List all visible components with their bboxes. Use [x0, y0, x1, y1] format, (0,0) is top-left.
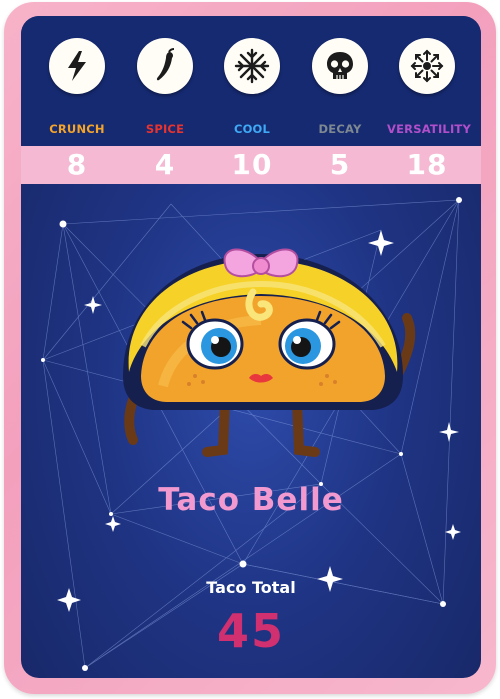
taco-character-illustration [123, 248, 416, 457]
lightning-bolt-icon [49, 38, 105, 94]
character-name: Taco Belle [158, 482, 344, 518]
stat-value-cool: 10 [231, 148, 273, 181]
stat-value-decay: 5 [329, 148, 351, 181]
stat-label-crunch: CRUNCH [49, 122, 105, 136]
taco-total-value: 45 [216, 604, 285, 658]
pink-bow [223, 248, 299, 278]
trading-card: CRUNCH SPICE COOL DECAY VERSATILITY 8 4 … [4, 2, 496, 694]
chili-pepper-icon [137, 38, 193, 94]
stat-label-decay: DECAY [318, 122, 362, 136]
taco-total-label: Taco Total [206, 578, 296, 597]
stat-label-versatility: VERSATILITY [387, 122, 472, 136]
card-face: CRUNCH SPICE COOL DECAY VERSATILITY 8 4 … [21, 16, 481, 678]
stat-label-spice: SPICE [145, 122, 185, 136]
arrows-outward-icon [399, 38, 455, 94]
stat-value-spice: 4 [154, 148, 176, 181]
stat-label-cool: COOL [233, 122, 271, 136]
stat-value-versatility: 18 [406, 148, 448, 181]
skull-icon [312, 38, 368, 94]
snowflake-icon [224, 38, 280, 94]
stat-value-crunch: 8 [66, 148, 88, 181]
